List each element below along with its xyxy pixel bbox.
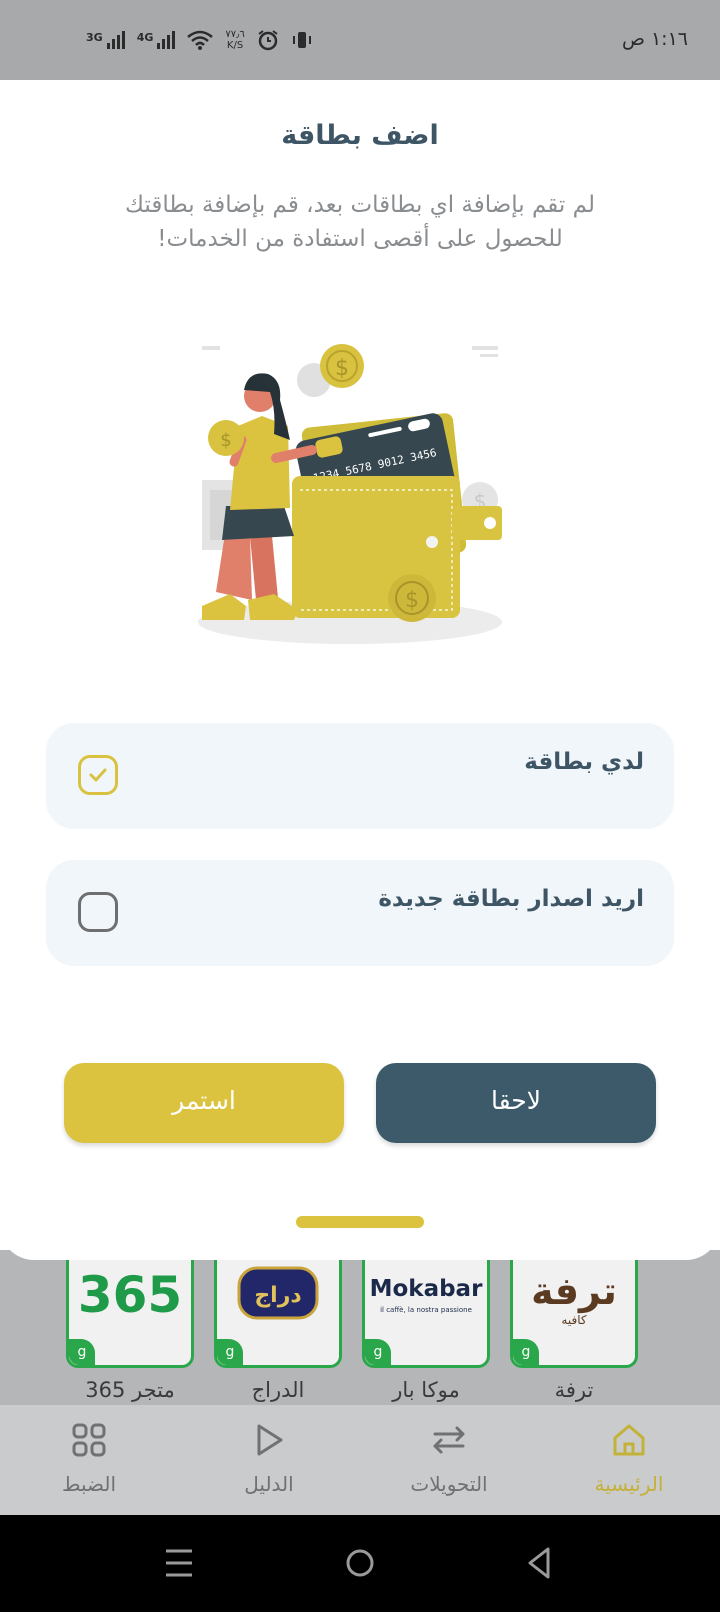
home-circle-icon[interactable] <box>344 1545 376 1581</box>
svg-text:كافيه: كافيه <box>561 1313 586 1327</box>
nav-item-transfers[interactable]: التحويلات <box>374 1410 524 1510</box>
nav-item-guide[interactable]: الدليل <box>194 1410 344 1510</box>
alarm-icon <box>258 30 278 51</box>
store-badge-icon: g <box>217 1339 243 1365</box>
sheet-title: اضف بطاقة <box>281 120 439 151</box>
status-time: ١:١٦ ص <box>621 28 688 50</box>
status-icons: 3G 4G ٧٧٫٦ K/S <box>86 24 313 56</box>
option-label: لدي بطاقة <box>524 749 644 775</box>
option-label: اريد اصدار بطاقة جديدة <box>378 886 644 912</box>
check-icon <box>89 768 107 782</box>
option-new-card[interactable]: اريد اصدار بطاقة جديدة <box>46 860 674 966</box>
svg-text:$: $ <box>335 356 349 381</box>
wallet-illustration: $ 1234 5678 9012 3456 $ $ $ <box>198 344 502 644</box>
network-speed: ٧٧٫٦ K/S <box>225 29 244 51</box>
nav-label: الرئيسية <box>594 1472 664 1496</box>
wifi-icon <box>187 30 214 50</box>
later-button[interactable]: لاحقا <box>376 1063 656 1143</box>
status-bar: 3G 4G ٧٧٫٦ K/S ١:١٦ ص <box>0 0 720 80</box>
transfer-icon <box>433 1426 465 1454</box>
svg-text:Mokabar: Mokabar <box>370 1276 483 1302</box>
new-card-checkbox[interactable] <box>78 892 118 932</box>
speed-value: ٧٧٫٦ <box>225 29 245 40</box>
signal-icon: 3G <box>86 31 125 49</box>
svg-text:il caffè, la nostra passione: il caffè, la nostra passione <box>380 1306 472 1314</box>
have-card-checkbox[interactable] <box>78 755 118 795</box>
speed-unit: K/S <box>226 40 244 51</box>
nav-label: التحويلات <box>410 1472 488 1496</box>
store-badge-icon: g <box>513 1339 539 1365</box>
store-name: ترفة <box>554 1378 594 1402</box>
back-icon[interactable] <box>524 1545 554 1581</box>
home-icon <box>613 1424 645 1456</box>
store-name: متجر 365 <box>85 1378 175 1402</box>
store-name: موكا بار <box>392 1378 460 1402</box>
option-have-card[interactable]: لدي بطاقة <box>46 723 674 829</box>
sheet-subtitle: لم تقم بإضافة اي بطاقات بعد، قم بإضافة ب… <box>125 192 595 252</box>
sheet-drag-handle[interactable] <box>296 1216 424 1228</box>
nav-item-settings[interactable]: الضبط <box>14 1410 164 1510</box>
recent-apps-icon[interactable] <box>164 1545 194 1581</box>
store-badge-icon: g <box>365 1339 391 1365</box>
store-name: الدراج <box>251 1378 305 1402</box>
svg-text:دراج: دراج <box>254 1283 301 1308</box>
system-navigation-bar <box>0 1515 720 1612</box>
nav-label: الدليل <box>244 1472 294 1496</box>
network-type-label: 3G <box>86 31 103 44</box>
nav-label: الضبط <box>61 1472 116 1496</box>
add-card-sheet: اضف بطاقة لم تقم بإضافة اي بطاقات بعد، ق… <box>0 80 720 1260</box>
svg-text:$: $ <box>405 588 419 613</box>
play-icon <box>257 1424 283 1456</box>
svg-text:365: 365 <box>78 1266 182 1324</box>
svg-text:ترفة: ترفة <box>531 1269 617 1313</box>
continue-button[interactable]: استمر <box>64 1063 344 1143</box>
grid-icon <box>72 1423 106 1457</box>
vibrate-icon <box>292 32 311 48</box>
store-badge-icon: g <box>69 1339 95 1365</box>
network-type-label: 4G <box>136 31 154 44</box>
signal-icon: 4G <box>137 31 176 49</box>
nav-item-home[interactable]: الرئيسية <box>554 1410 704 1510</box>
svg-text:$: $ <box>220 430 231 451</box>
